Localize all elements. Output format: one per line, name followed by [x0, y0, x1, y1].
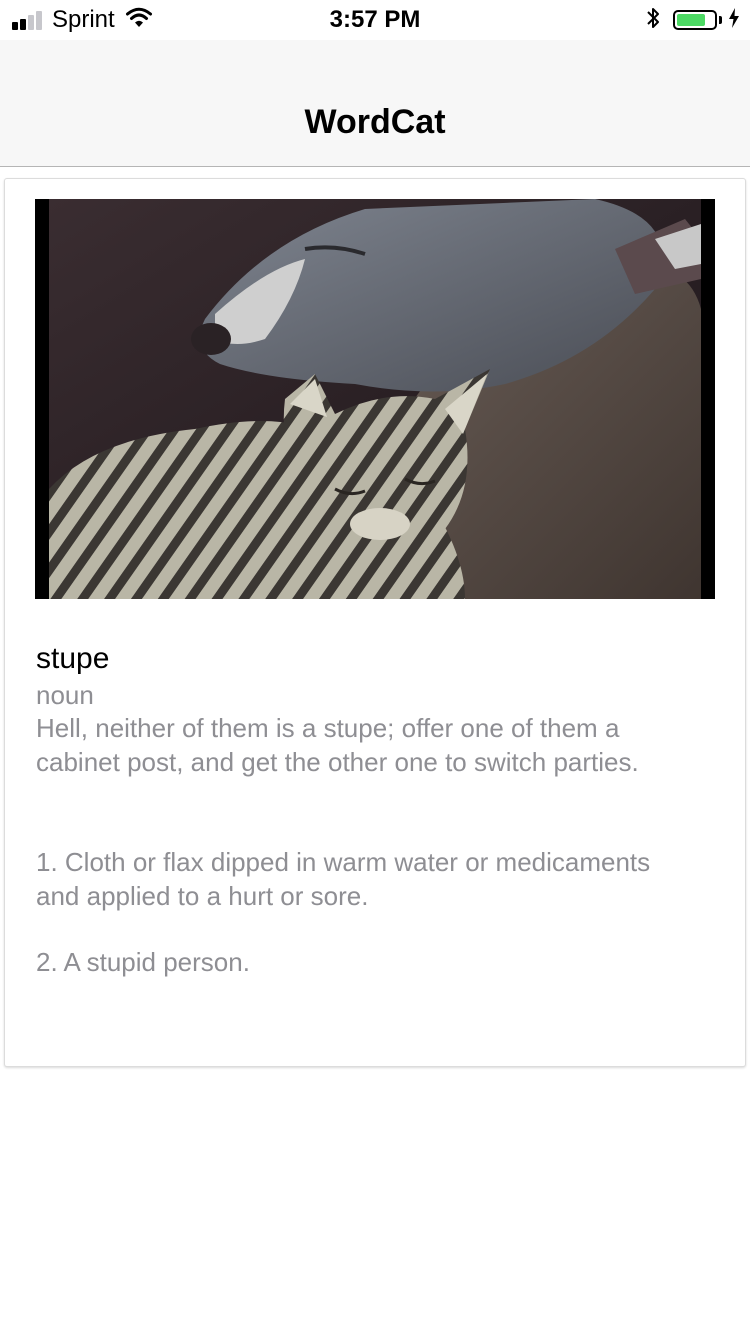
photo-dog-and-cat — [35, 199, 715, 599]
definition-1: 1. Cloth or flax dipped in warm water or… — [36, 847, 651, 911]
word-card[interactable]: stupe noun Hell, neither of them is a st… — [4, 178, 746, 1067]
battery-level — [677, 14, 705, 26]
battery-icon — [673, 10, 717, 30]
word-title: stupe — [36, 642, 110, 675]
part-of-speech: noun — [36, 680, 94, 710]
definition-2: 2. A stupid person. — [36, 947, 250, 977]
battery-cap — [719, 16, 722, 24]
navigation-bar: WordCat — [0, 40, 750, 167]
status-bar: Sprint 3:57 PM — [0, 0, 750, 40]
bolt-icon — [728, 7, 740, 33]
page-title: WordCat — [304, 103, 446, 141]
status-right — [645, 6, 740, 34]
bluetooth-icon — [645, 6, 661, 35]
clock: 3:57 PM — [329, 6, 421, 33]
example-sentence: Hell, neither of them is a stupe; offer … — [36, 713, 639, 777]
